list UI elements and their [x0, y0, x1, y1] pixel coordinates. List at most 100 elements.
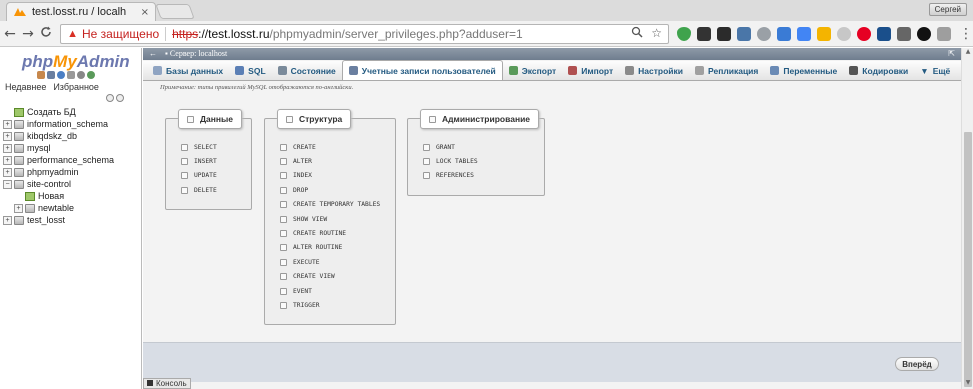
select-all-checkbox[interactable] — [187, 115, 194, 123]
privilege-grant[interactable]: GRANT — [423, 140, 478, 154]
tab-replication[interactable]: Репликация — [689, 61, 764, 80]
refresh-icon[interactable] — [87, 71, 95, 79]
select-all-checkbox[interactable] — [286, 115, 293, 123]
page-scrollbar[interactable]: ▲ ▼ — [961, 48, 973, 389]
privilege-checkbox[interactable] — [280, 244, 287, 252]
tab-export[interactable]: Экспорт — [503, 61, 563, 80]
tree-item-db[interactable]: + mysql — [3, 142, 139, 154]
privilege-alter[interactable]: ALTER — [280, 154, 380, 168]
link-icon[interactable] — [116, 94, 124, 102]
privilege-drop[interactable]: DROP — [280, 183, 380, 197]
privilege-trigger[interactable]: TRIGGER — [280, 298, 380, 312]
shield-extension-icon[interactable] — [677, 26, 692, 41]
pocket-extension-icon[interactable] — [697, 26, 712, 41]
scroll-down-icon[interactable]: ▼ — [962, 379, 973, 389]
tab-variables[interactable]: Переменные — [764, 61, 843, 80]
expand-icon[interactable]: + — [3, 119, 12, 129]
new-tab-button[interactable] — [155, 4, 195, 19]
tree-item-table[interactable]: + newtable — [3, 202, 139, 214]
console-toggle[interactable]: Консоль — [143, 378, 191, 389]
tab-charsets[interactable]: Кодировки — [843, 61, 914, 80]
privilege-index[interactable]: INDEX — [280, 169, 380, 183]
privilege-checkbox[interactable] — [181, 158, 188, 166]
privilege-create-temporary-tables[interactable]: CREATE TEMPORARY TABLES — [280, 198, 380, 212]
collapse-icon[interactable]: − — [3, 179, 12, 189]
warning-icon[interactable]: ▲ — [67, 28, 78, 40]
tab-user-accounts[interactable]: Учетные записи пользователей — [341, 60, 503, 80]
reload-icon[interactable] — [38, 26, 54, 42]
privilege-create-view[interactable]: CREATE VIEW — [280, 270, 380, 284]
tree-item-db[interactable]: + information_schema — [3, 118, 139, 130]
privilege-select[interactable]: SELECT — [181, 140, 217, 154]
privilege-insert[interactable]: INSERT — [181, 154, 217, 168]
camera-extension-icon[interactable] — [937, 26, 952, 41]
structure-group-legend[interactable]: Структура — [277, 109, 352, 129]
tab-settings[interactable]: Настройки — [619, 61, 689, 80]
collapse-all-icon[interactable] — [106, 94, 114, 102]
scroll-up-icon[interactable]: ▲ — [962, 48, 973, 58]
logout-icon[interactable] — [47, 71, 55, 79]
vk-extension-icon[interactable] — [737, 26, 752, 41]
privilege-checkbox[interactable] — [280, 273, 287, 281]
tab-databases[interactable]: Базы данных — [147, 61, 229, 80]
privilege-checkbox[interactable] — [280, 143, 287, 151]
tree-item-db[interactable]: + test_losst — [3, 214, 139, 226]
forward-icon[interactable]: → — [20, 26, 36, 42]
go-button[interactable]: Вперёд — [895, 357, 939, 371]
tree-item-db[interactable]: + performance_schema — [3, 154, 139, 166]
phpmyadmin-logo[interactable]: phpMyAdmin — [22, 52, 130, 72]
maximize-icon[interactable]: ⇱ — [948, 48, 955, 60]
gear-icon[interactable] — [77, 71, 85, 79]
recent-tab[interactable]: Недавнее — [5, 82, 46, 92]
expand-icon[interactable]: + — [14, 203, 23, 213]
scrollbar-thumb[interactable] — [964, 132, 972, 387]
translate-extension-icon[interactable] — [797, 26, 812, 41]
admin-group-legend[interactable]: Администрирование — [420, 109, 540, 129]
privilege-checkbox[interactable] — [280, 215, 287, 223]
expand-icon[interactable]: + — [3, 215, 12, 225]
docs-icon[interactable] — [67, 71, 75, 79]
privilege-execute[interactable]: EXECUTE — [280, 255, 380, 269]
tree-item-db[interactable]: + kibqdskz_db — [3, 130, 139, 142]
sync-extension-icon[interactable] — [837, 26, 852, 41]
privilege-checkbox[interactable] — [280, 287, 287, 295]
grid-extension-icon[interactable] — [897, 26, 912, 41]
browser-tab[interactable]: test.losst.ru / localh × — [6, 2, 156, 21]
select-all-checkbox[interactable] — [429, 115, 436, 123]
privilege-checkbox[interactable] — [280, 201, 287, 209]
privilege-checkbox[interactable] — [423, 158, 430, 166]
data-group-legend[interactable]: Данные — [178, 109, 243, 129]
robot-extension-icon[interactable] — [877, 26, 892, 41]
privilege-event[interactable]: EVENT — [280, 284, 380, 298]
tree-item-db[interactable]: + phpmyadmin — [3, 166, 139, 178]
close-tab-icon[interactable]: × — [141, 7, 149, 18]
privilege-lock-tables[interactable]: LOCK TABLES — [423, 154, 478, 168]
home-icon[interactable] — [37, 71, 45, 79]
tab-status[interactable]: Состояние — [272, 61, 342, 80]
back-arrow-icon[interactable]: ← — [149, 49, 157, 58]
privilege-references[interactable]: REFERENCES — [423, 169, 478, 183]
tab-more[interactable]: ▼ Ещё — [914, 61, 956, 80]
privilege-checkbox[interactable] — [280, 186, 287, 194]
bird-extension-icon[interactable] — [917, 26, 932, 41]
privilege-checkbox[interactable] — [280, 230, 287, 238]
privilege-create-routine[interactable]: CREATE ROUTINE — [280, 226, 380, 240]
privilege-update[interactable]: UPDATE — [181, 169, 217, 183]
help-icon[interactable] — [57, 71, 65, 79]
privilege-checkbox[interactable] — [423, 143, 430, 151]
privilege-checkbox[interactable] — [280, 158, 287, 166]
privilege-create[interactable]: CREATE — [280, 140, 380, 154]
privilege-checkbox[interactable] — [423, 172, 430, 180]
zoom-icon[interactable] — [631, 26, 643, 41]
tab-import[interactable]: Импорт — [562, 61, 619, 80]
expand-icon[interactable]: + — [3, 167, 12, 177]
tab-sql[interactable]: SQL — [229, 61, 271, 80]
tree-item-new-table[interactable]: Новая — [3, 190, 139, 202]
expand-icon[interactable]: + — [3, 131, 12, 141]
tree-item-new-db[interactable]: Создать БД — [3, 106, 139, 118]
privilege-checkbox[interactable] — [280, 258, 287, 266]
chart-extension-icon[interactable] — [777, 26, 792, 41]
address-bar[interactable]: ▲ Не защищено https ://test.losst.ru /ph… — [60, 23, 670, 44]
bulb-extension-icon[interactable] — [817, 26, 832, 41]
privilege-checkbox[interactable] — [181, 186, 188, 194]
